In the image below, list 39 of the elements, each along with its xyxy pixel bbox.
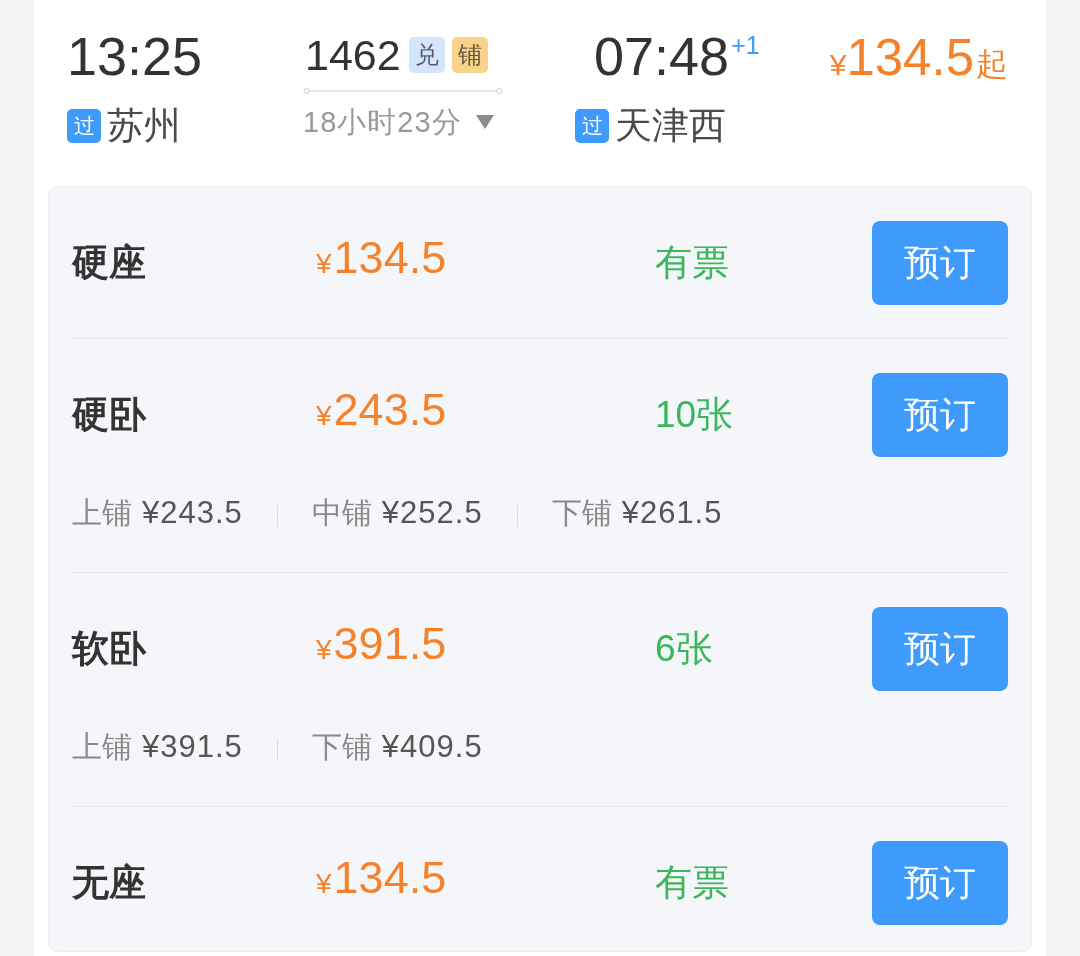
berth-price: ¥261.5: [621, 494, 723, 532]
seat-price: ¥391.5: [316, 619, 447, 671]
berth-price: ¥252.5: [381, 494, 483, 532]
caret-down-icon[interactable]: [475, 115, 494, 129]
berth-type: 上铺: [72, 729, 132, 765]
book-button[interactable]: 预订: [872, 841, 1008, 925]
arrival-time: 07:48: [594, 26, 730, 86]
ticket-availability: 10张: [655, 393, 734, 437]
berth-type: 下铺: [311, 729, 372, 765]
transit-tag: 过: [67, 109, 101, 143]
berth-type: 中铺: [311, 495, 372, 531]
station-name: 天津西: [615, 104, 726, 148]
berth-price: ¥409.5: [381, 728, 483, 766]
book-button[interactable]: 预订: [872, 607, 1008, 691]
berth-price: ¥391.5: [142, 728, 243, 766]
next-day-mark: +1: [731, 30, 760, 60]
ticket-tag: 铺: [451, 37, 488, 73]
berth-type: 下铺: [551, 495, 612, 531]
seat-price: ¥243.5: [316, 385, 447, 437]
book-button[interactable]: 预订: [872, 373, 1008, 457]
lowest-price: ¥134.5起: [829, 28, 1008, 88]
ticket-availability: 有票: [655, 241, 729, 285]
station-name: 苏州: [107, 104, 181, 148]
departure-time: 13:25: [67, 26, 203, 86]
berth-price: ¥243.5: [142, 494, 243, 532]
seat-type: 无座: [72, 861, 146, 905]
ticket-availability: 有票: [655, 861, 729, 905]
seat-price: ¥134.5: [316, 233, 447, 285]
book-button[interactable]: 预订: [872, 221, 1008, 305]
transit-tag: 过: [575, 109, 609, 143]
seat-type: 硬座: [72, 241, 146, 285]
berth-type: 上铺: [72, 495, 132, 531]
seat-price: ¥134.5: [316, 853, 447, 905]
ticket-tag: 兑: [408, 37, 445, 73]
trip-duration: 18小时23分: [303, 105, 462, 140]
seat-type: 硬卧: [72, 393, 146, 437]
ticket-availability: 6张: [655, 627, 713, 671]
seat-type: 软卧: [72, 627, 146, 671]
train-number: 1462: [305, 30, 401, 80]
